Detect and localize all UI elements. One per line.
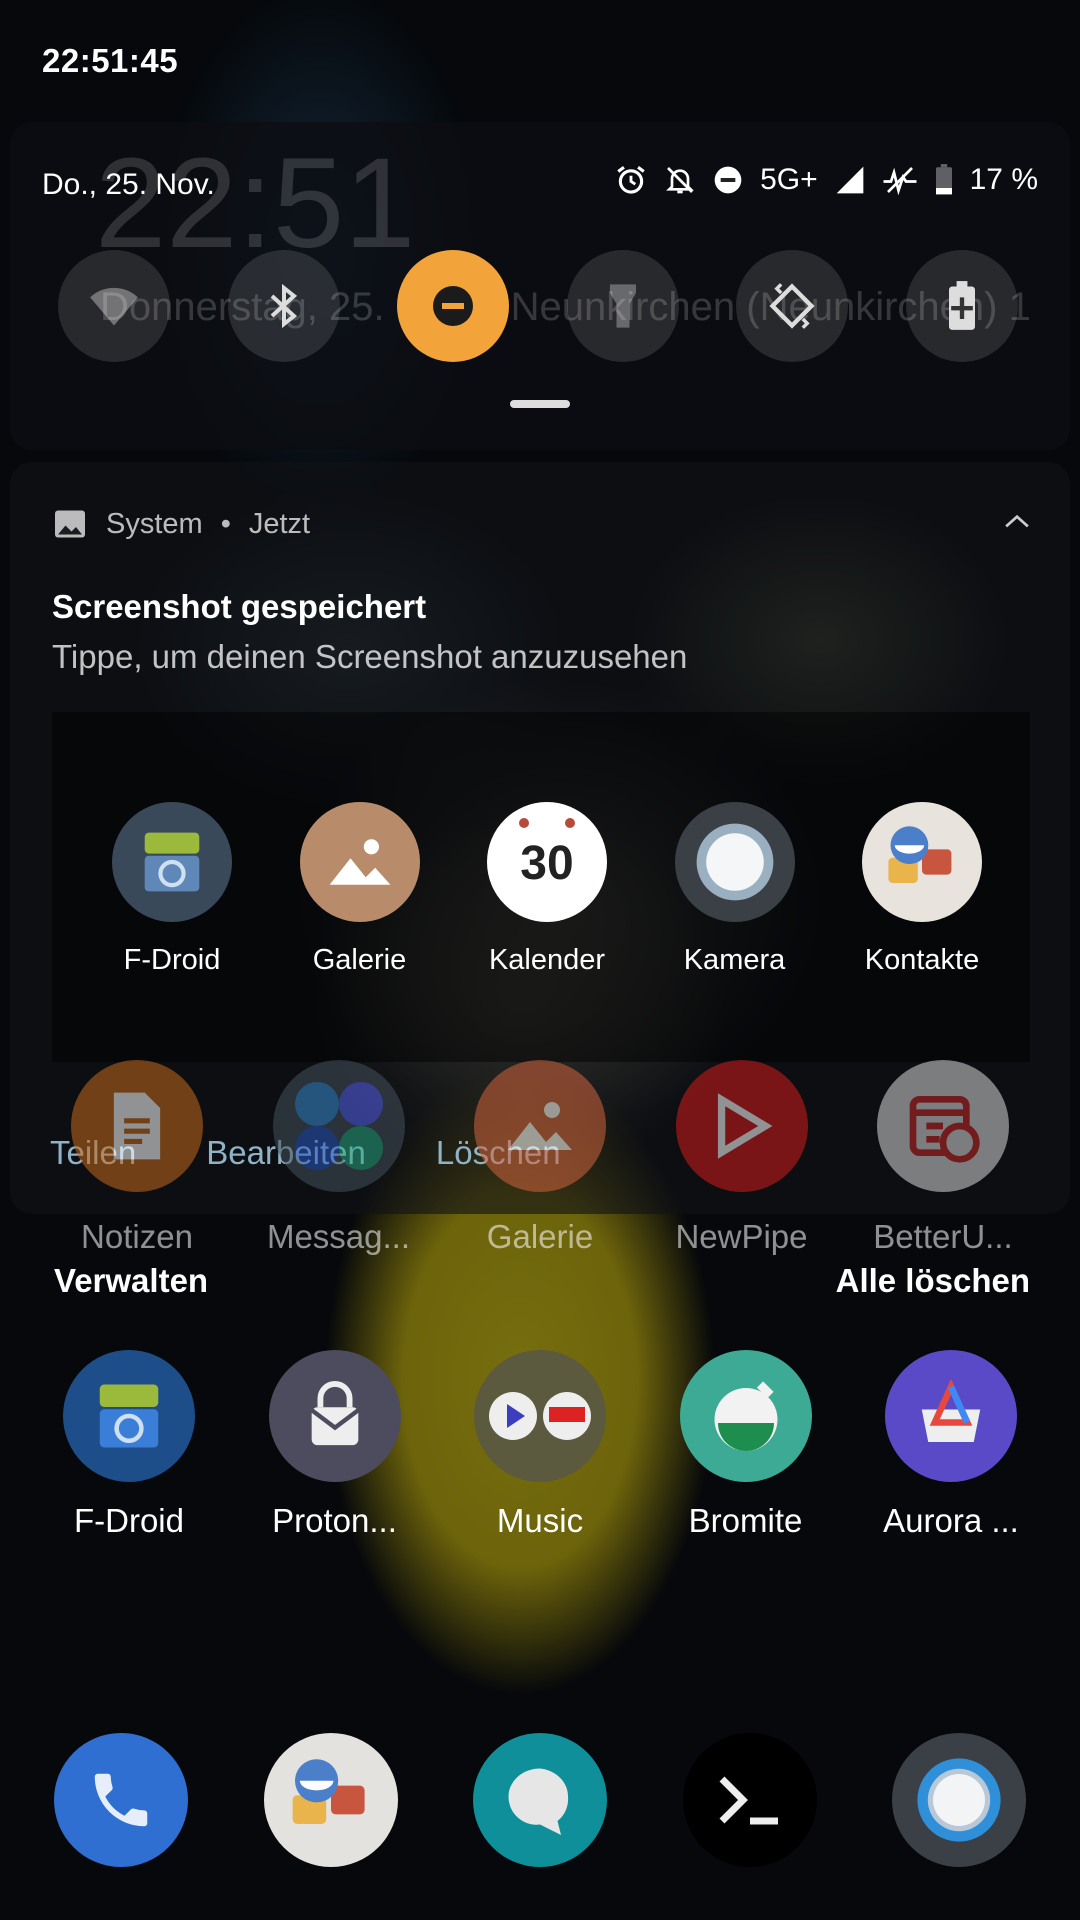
preview-app-gallery: Galerie (285, 802, 435, 977)
terminal-icon[interactable] (682, 1733, 817, 1867)
app-messaging-folder[interactable]: Messag... (264, 1060, 414, 1256)
preview-app-camera: Kamera (660, 802, 810, 977)
calendar-icon: 30 (487, 802, 607, 922)
bluetooth-tile[interactable] (227, 250, 340, 362)
newpipe-icon (675, 1060, 808, 1192)
battery-saver-tile[interactable] (905, 250, 1018, 362)
wifi-tile[interactable] (58, 250, 170, 362)
phone-icon[interactable] (54, 1733, 188, 1867)
preview-app-label: Kalender (488, 944, 606, 976)
rotate-icon (769, 283, 815, 329)
bromite-icon (679, 1350, 812, 1482)
notification-time: Jetzt (248, 507, 311, 540)
alarm-icon (614, 163, 648, 197)
app-protonmail[interactable]: Proton... (260, 1350, 410, 1540)
app-notes[interactable]: Notizen (62, 1060, 212, 1256)
dnd-tile-icon (433, 286, 474, 326)
app-label: Notizen (81, 1218, 193, 1255)
app-label: F-Droid (73, 1502, 184, 1539)
contacts-icon[interactable] (263, 1733, 398, 1867)
preview-app-calendar: 30 Kalender (472, 802, 622, 977)
messages-icon[interactable] (473, 1733, 607, 1867)
app-newpipe[interactable]: NewPipe (667, 1060, 817, 1256)
aurora-store-icon (885, 1350, 1017, 1482)
collapse-chevron-icon[interactable] (1004, 512, 1030, 530)
notes-icon (71, 1060, 203, 1192)
notification-header: System • Jetzt (52, 506, 310, 542)
auto-rotate-tile[interactable] (736, 250, 849, 362)
app-label: Music (496, 1502, 584, 1539)
bell-off-icon (664, 164, 696, 196)
calendar-day: 30 (520, 837, 574, 890)
manage-button[interactable]: Verwalten (54, 1262, 208, 1300)
app-aurora-store[interactable]: Aurora ... (876, 1350, 1026, 1540)
preview-app-fdroid: F-Droid (97, 802, 247, 977)
gallery-icon (474, 1060, 606, 1192)
notification-text: Tippe, um deinen Screenshot anzuzusehen (52, 638, 688, 675)
preview-app-label: Kamera (683, 944, 786, 976)
app-music-folder[interactable]: Music (465, 1350, 615, 1540)
betteruntis-icon (877, 1060, 1009, 1192)
app-label: Galerie (486, 1218, 594, 1255)
screenshot-preview[interactable]: F-Droid Galerie 30 Kalender Kamera Konta… (52, 712, 1030, 1062)
separator-dot: • (220, 507, 231, 540)
preview-app-contacts: Kontakte (847, 802, 997, 977)
bluetooth-icon (270, 283, 297, 329)
image-icon (55, 510, 85, 538)
app-gallery[interactable]: Galerie (465, 1060, 615, 1256)
wifi-icon (90, 287, 138, 326)
home-row-1: Notizen Messag... Galerie NewPipe Better… (62, 1060, 1018, 1256)
preview-app-label: Galerie (312, 944, 407, 976)
battery-saver-icon (948, 281, 975, 330)
messaging-folder-icon (272, 1060, 405, 1192)
home-row-2: F-Droid Proton... Music Bromite Aurora .… (54, 1350, 1026, 1540)
fdroid-icon (112, 802, 232, 922)
app-label: Bromite (688, 1502, 803, 1539)
app-fdroid[interactable]: F-Droid (54, 1350, 204, 1540)
status-bar-clock: 22:51:45 (42, 42, 179, 79)
app-label: Aurora ... (883, 1502, 1019, 1539)
status-icons: 5G+ 17 % (614, 163, 1038, 197)
network-type: 5G+ (760, 163, 818, 196)
battery-percent: 17 % (969, 163, 1038, 196)
gallery-icon (299, 802, 420, 922)
camera-icon (674, 802, 795, 922)
preview-app-label: Kontakte (864, 944, 980, 976)
notification-app: System (106, 507, 203, 540)
signal-icon (834, 164, 866, 196)
flashlight-tile[interactable] (566, 250, 679, 362)
fdroid-icon (63, 1350, 195, 1482)
drag-handle[interactable] (510, 400, 570, 408)
app-betteruntis[interactable]: BetterU... (868, 1060, 1018, 1256)
quick-settings-tiles (58, 250, 1018, 362)
app-bromite[interactable]: Bromite (671, 1350, 821, 1540)
battery-icon (934, 164, 954, 196)
do-not-disturb-tile[interactable] (397, 250, 510, 362)
clear-all-button[interactable]: Alle löschen (836, 1262, 1030, 1300)
protonmail-icon (268, 1350, 401, 1482)
contacts-icon (862, 802, 982, 922)
app-label: NewPipe (675, 1218, 808, 1255)
camera-icon[interactable] (892, 1733, 1026, 1867)
dnd-icon (712, 164, 744, 196)
app-label: Messag... (266, 1218, 411, 1255)
music-folder-icon (474, 1350, 606, 1482)
app-label: Proton... (272, 1502, 397, 1539)
dock (54, 1733, 1026, 1867)
notification-title: Screenshot gespeichert (52, 588, 427, 625)
preview-app-label: F-Droid (123, 944, 221, 976)
flashlight-icon (609, 284, 636, 328)
qs-date[interactable]: Do., 25. Nov. (42, 168, 215, 202)
data-disabled-icon (882, 164, 918, 196)
app-label: BetterU... (873, 1218, 1013, 1255)
